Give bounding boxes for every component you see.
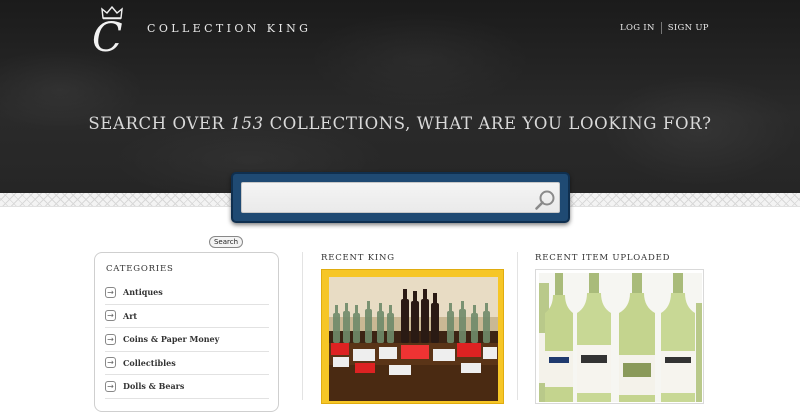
category-item-antiques[interactable]: → Antiques [105,281,269,305]
arrow-right-icon: → [105,380,116,392]
arrow-right-icon: → [105,286,116,298]
arrow-right-icon: → [105,310,116,322]
category-item-art[interactable]: → Art [105,305,269,328]
recent-king-title: RECENT KING [321,253,395,263]
recent-item-title: RECENT ITEM UPLOADED [535,253,671,263]
recent-item-photo[interactable] [535,269,704,404]
search-button[interactable]: Search [209,236,243,248]
category-item-coins[interactable]: → Coins & Paper Money [105,328,269,352]
search-icon[interactable] [534,189,556,211]
headline-suffix: COLLECTIONS, WHAT ARE YOU LOOKING FOR? [263,114,712,133]
auth-divider [660,22,662,34]
category-label: Antiques [123,287,163,298]
category-list: → Antiques → Art → Coins & Paper Money →… [105,281,269,399]
categories-title: CATEGORIES [106,264,174,274]
search-input[interactable] [241,182,560,213]
recent-king-photo[interactable] [321,269,504,404]
recent-king-image [329,277,498,401]
site-logo[interactable]: C [92,6,128,61]
headline-prefix: SEARCH OVER [88,114,231,133]
signup-link[interactable]: SIGN UP [668,22,709,34]
search-box [231,172,570,223]
category-item-collectibles[interactable]: → Collectibles [105,352,269,375]
hero-headline: SEARCH OVER 153 COLLECTIONS, WHAT ARE YO… [0,113,800,135]
column-divider [517,252,518,400]
column-divider [302,252,303,400]
category-label: Collectibles [123,357,176,368]
bottle-collection-illustration [329,277,498,401]
logo-letter: C [92,15,123,61]
auth-links: LOG IN SIGN UP [620,22,709,34]
wine-bottles-illustration [539,273,702,402]
collection-count: 153 [230,114,264,133]
category-label: Coins & Paper Money [123,334,220,345]
category-label: Dolls & Bears [123,381,185,392]
categories-panel: CATEGORIES → Antiques → Art → Coins & Pa… [94,252,279,412]
recent-item-image [539,273,702,402]
brand-name[interactable]: COLLECTION KING [147,22,311,36]
arrow-right-icon: → [105,357,116,369]
category-item-dolls[interactable]: → Dolls & Bears [105,375,269,399]
login-link[interactable]: LOG IN [620,22,655,34]
arrow-right-icon: → [105,333,116,345]
hero-banner: C COLLECTION KING LOG IN SIGN UP SEARCH … [0,0,800,193]
category-label: Art [123,310,138,321]
